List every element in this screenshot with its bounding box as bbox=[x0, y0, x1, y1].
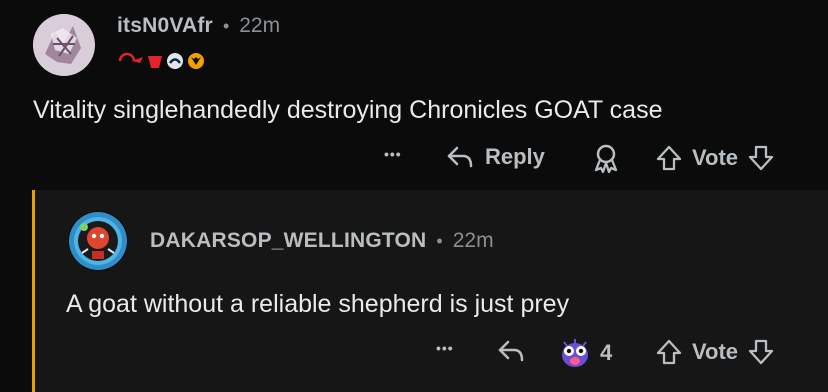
separator-dot: • bbox=[436, 230, 443, 251]
upvote-arrow-icon[interactable] bbox=[654, 143, 684, 173]
timestamp: 22m bbox=[239, 14, 281, 37]
vote-label: Vote bbox=[692, 145, 739, 170]
vote-controls: Vote bbox=[654, 143, 776, 173]
reply-button[interactable]: Reply bbox=[445, 143, 545, 171]
award-count: 4 bbox=[600, 340, 613, 365]
more-options-button[interactable]: ••• bbox=[384, 146, 402, 162]
vote-label: Vote bbox=[692, 339, 739, 364]
user-flair bbox=[118, 51, 205, 71]
award-icon bbox=[594, 144, 618, 174]
reply-arrow-icon bbox=[498, 340, 524, 362]
downvote-arrow-icon[interactable] bbox=[746, 337, 776, 367]
team-logo-red-icon bbox=[118, 52, 143, 63]
reply-text: A goat without a reliable shepherd is ju… bbox=[66, 290, 570, 318]
team-logo-liquid-icon bbox=[167, 53, 183, 69]
thread-line[interactable] bbox=[32, 190, 35, 392]
reply-avatar[interactable] bbox=[68, 211, 128, 271]
comment-text: Vitality singlehandedly destroying Chron… bbox=[33, 96, 663, 124]
reply-header: DAKARSOP_WELLINGTON • 22m bbox=[150, 229, 494, 253]
reply-more-options-button[interactable]: ••• bbox=[436, 340, 454, 356]
reply-arrow-icon bbox=[447, 146, 473, 168]
downvote-arrow-icon[interactable] bbox=[746, 143, 776, 173]
shocked-face-award-icon bbox=[562, 339, 588, 367]
separator-dot: • bbox=[222, 15, 230, 36]
avatar[interactable] bbox=[33, 14, 95, 76]
award-badge[interactable]: 4 bbox=[558, 337, 612, 369]
comment-header: itsN0VAfr • 22m bbox=[117, 14, 280, 38]
upvote-arrow-icon[interactable] bbox=[654, 337, 684, 367]
username[interactable]: itsN0VAfr bbox=[117, 14, 213, 38]
reply-label: Reply bbox=[485, 144, 545, 169]
team-logo-wolves-icon bbox=[188, 53, 204, 69]
reply-reply-button[interactable] bbox=[496, 337, 526, 370]
reply-username[interactable]: DAKARSOP_WELLINGTON bbox=[150, 229, 426, 253]
team-logo-t1-icon bbox=[148, 56, 162, 68]
reply-vote-controls: Vote bbox=[654, 337, 776, 367]
award-button[interactable] bbox=[592, 143, 620, 178]
reply-timestamp: 22m bbox=[452, 229, 494, 252]
